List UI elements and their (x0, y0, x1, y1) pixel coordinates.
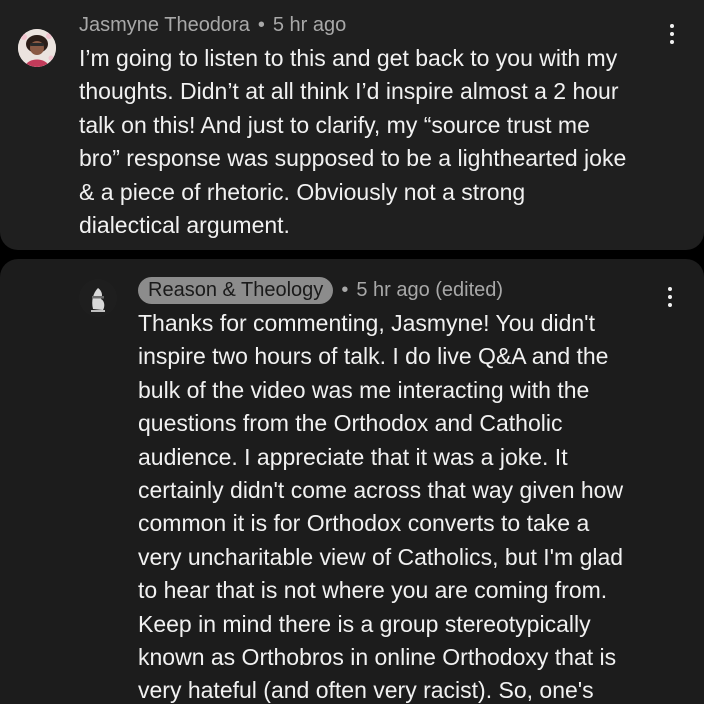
meta-separator: • (341, 278, 349, 301)
comment-header: Jasmyne Theodora • 5 hr ago (79, 11, 346, 39)
reply-text-line: common it is for Orthodox converts to ta… (138, 510, 590, 537)
comment-text-line: & a piece of rhetoric. Obviously not a s… (79, 178, 526, 205)
reply-text-line: very uncharitable view of Catholics, but… (138, 543, 624, 570)
reply-text-line: certainly didn't come across that way gi… (138, 477, 624, 504)
reply-author-badge[interactable]: Reason & Theology (138, 276, 334, 304)
profile-photo-icon[interactable] (18, 29, 56, 67)
reply-text-line: very hateful (and often very racist). So… (138, 677, 594, 704)
comment-text-line: I’m going to listen to this and get back… (79, 45, 618, 71)
channel-logo-icon[interactable] (79, 279, 117, 317)
comment-timestamp: 5 hr ago (272, 13, 347, 36)
comment-text-line: dialectical argument. (79, 212, 290, 239)
reply-text-line: to hear that is not where you are coming… (138, 577, 608, 604)
comments-screen: Jasmyne Theodora • 5 hr ago I’m going to… (0, 0, 704, 704)
reply-text-line: inspire two hours of talk. I do live Q&A… (138, 343, 609, 370)
comment-author-name[interactable]: Jasmyne Theodora (79, 14, 250, 37)
reply-text: Thanks for commenting, Jasmyne! You didn… (138, 307, 683, 704)
reply-text-line: Thanks for commenting, Jasmyne! You didn… (138, 310, 595, 336)
meta-separator: • (257, 13, 265, 36)
reply-text-line: Keep in mind there is a group stereotypi… (138, 610, 591, 637)
comment-text-line: thoughts. Didn’t at all think I’d inspir… (79, 78, 619, 105)
reply-text-line: questions from the Orthodox and Catholic (138, 410, 563, 437)
reply-text-line: audience. I appreciate that it was a jok… (138, 443, 568, 470)
reply-text-line: bulk of the video was me interacting wit… (138, 376, 590, 403)
reply-header: Reason & Theology • 5 hr ago (edited) (138, 276, 503, 304)
comment-text-line: talk on this! And just to clarify, my “s… (79, 111, 590, 138)
comment-text-line: bro” response was supposed to be a light… (79, 145, 627, 172)
reply-timestamp: 5 hr ago (edited) (356, 278, 504, 301)
comment-text: I’m going to listen to this and get back… (79, 42, 679, 242)
reply-text-line: known as Orthobros in online Orthodoxy t… (138, 644, 617, 671)
